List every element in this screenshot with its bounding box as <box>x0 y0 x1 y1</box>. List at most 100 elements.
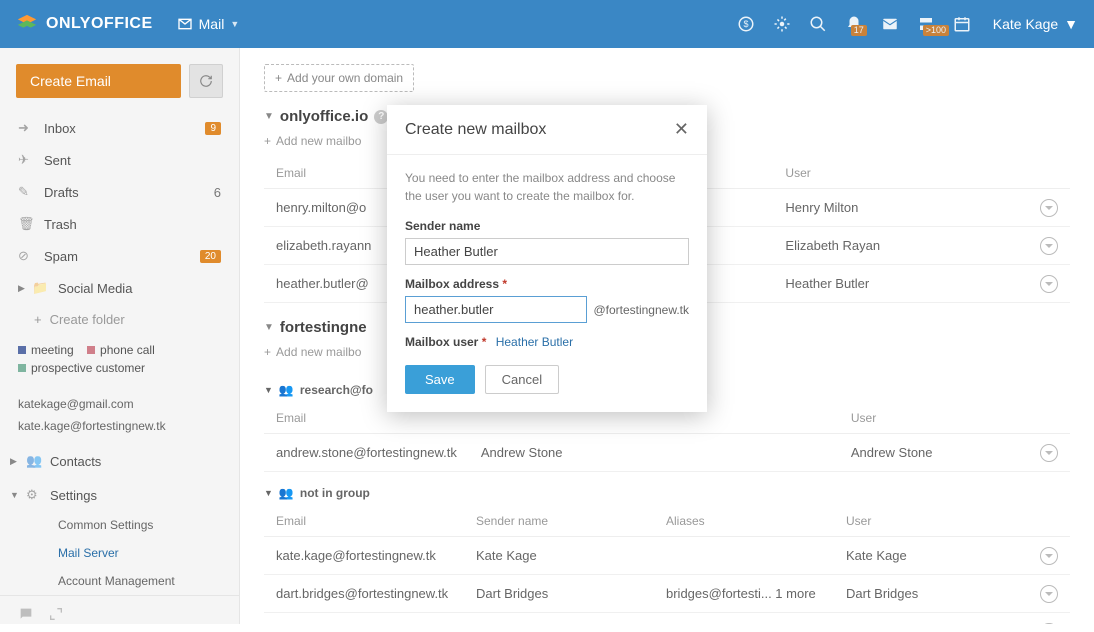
user-name: Kate Kage <box>993 16 1058 32</box>
folder-spam[interactable]: ⊘ Spam 20 <box>0 240 239 272</box>
plus-icon: + <box>34 312 42 327</box>
sender-name-input[interactable] <box>405 238 689 265</box>
group-icon: 👥 <box>279 486 294 500</box>
notifications-icon[interactable]: 17 <box>845 15 863 33</box>
module-switcher[interactable]: Mail ▼ <box>177 16 240 32</box>
folder-drafts[interactable]: ✎ Drafts 6 <box>0 176 239 208</box>
chevron-down-icon: ▼ <box>1064 16 1078 32</box>
add-mailbox-link[interactable]: + Add new mailbo <box>264 345 361 359</box>
cancel-button[interactable]: Cancel <box>485 365 559 394</box>
module-label: Mail <box>199 16 225 32</box>
notifications-badge: 17 <box>851 25 867 36</box>
chevron-down-icon: ▼ <box>264 322 274 333</box>
row-menu-button[interactable] <box>1040 275 1058 293</box>
col-user: User <box>773 158 1028 189</box>
row-menu-button[interactable] <box>1040 444 1058 462</box>
tag-color-icon <box>87 346 95 354</box>
contacts-icon: 👥 <box>26 453 42 469</box>
mailbox-address-input[interactable] <box>405 296 587 323</box>
tag-meeting[interactable]: meeting <box>18 343 74 357</box>
mailbox-user-value[interactable]: Heather Butler <box>496 335 573 349</box>
server-icon[interactable]: >100 <box>917 15 935 33</box>
save-button[interactable]: Save <box>405 365 475 394</box>
gear-icon[interactable] <box>773 15 791 33</box>
row-menu-button[interactable] <box>1040 585 1058 603</box>
user-menu[interactable]: Kate Kage ▼ <box>993 16 1078 32</box>
table-row[interactable]: andrew.stone@fortestingnew.tk Andrew Sto… <box>264 434 1070 472</box>
settings-sub-items: Common Settings Mail Server Account Mana… <box>0 511 239 595</box>
svg-text:$: $ <box>743 19 748 29</box>
chat-icon[interactable] <box>18 606 34 622</box>
close-icon[interactable]: ✕ <box>674 119 689 140</box>
calendar-icon[interactable] <box>953 15 971 33</box>
row-menu-button[interactable] <box>1040 547 1058 565</box>
domain-name: fortestingne <box>280 319 367 336</box>
modal-title: Create new mailbox <box>405 121 546 139</box>
spam-icon: ⊘ <box>18 248 34 264</box>
account-item[interactable]: katekage@gmail.com <box>18 393 221 415</box>
inbox-badge: 9 <box>205 122 221 135</box>
expand-icon[interactable] <box>48 606 64 622</box>
account-item[interactable]: kate.kage@fortestingnew.tk <box>18 415 221 437</box>
mail-icon <box>177 16 193 32</box>
tag-prospective-customer[interactable]: prospective customer <box>18 361 145 375</box>
sender-name-label: Sender name <box>405 219 689 233</box>
messages-icon[interactable] <box>881 15 899 33</box>
spam-badge: 20 <box>200 250 221 263</box>
refresh-button[interactable] <box>189 64 223 98</box>
modal-body: You need to enter the mailbox address an… <box>387 155 707 412</box>
table-row[interactable]: kate.kage@fortestingnew.tk Kate Kage Kat… <box>264 537 1070 575</box>
chevron-right-icon: ▶ <box>18 283 28 294</box>
modal-header: Create new mailbox ✕ <box>387 105 707 155</box>
folder-trash[interactable]: 🗑 Trash <box>0 208 239 240</box>
topbar-actions: $ 17 >100 Kate Kage ▼ <box>737 15 1078 33</box>
drafts-icon: ✎ <box>18 184 34 200</box>
tag-phone-call[interactable]: phone call <box>87 343 155 357</box>
inbox-icon: ➜ <box>18 120 34 136</box>
tag-color-icon <box>18 346 26 354</box>
mailbox-user-label: Mailbox user * <box>405 335 490 349</box>
create-folder-link[interactable]: + Create folder <box>0 304 239 335</box>
settings-mail-server[interactable]: Mail Server <box>0 539 239 567</box>
create-email-button[interactable]: Create Email <box>16 64 181 98</box>
add-domain-button[interactable]: + Add your own domain <box>264 64 414 92</box>
required-mark: * <box>502 277 507 291</box>
folder-sent[interactable]: ✈ Sent <box>0 144 239 176</box>
group-header[interactable]: ▼ 👥 not in group <box>264 486 1070 500</box>
col-user: User <box>839 403 1028 434</box>
tags-section: meeting phone call prospective customer <box>0 335 239 387</box>
required-mark: * <box>482 335 487 349</box>
col-aliases: Aliases <box>654 506 834 537</box>
plus-icon: + <box>275 71 282 85</box>
folder-icon: 📁 <box>32 280 48 296</box>
modal-description: You need to enter the mailbox address an… <box>405 169 689 205</box>
mailbox-address-label: Mailbox address * <box>405 277 689 291</box>
add-mailbox-link[interactable]: + Add new mailbo <box>264 134 361 148</box>
settings-account-management[interactable]: Account Management <box>0 567 239 595</box>
brand-text: ONLYOFFICE <box>46 15 153 33</box>
social-media-folder[interactable]: ▶ 📁 Social Media <box>0 272 239 304</box>
row-menu-button[interactable] <box>1040 237 1058 255</box>
table-row[interactable]: henry.milton@fortestingnew.tk Henry Milt… <box>264 613 1070 625</box>
row-menu-button[interactable] <box>1040 199 1058 217</box>
folder-inbox[interactable]: ➜ Inbox 9 <box>0 112 239 144</box>
table-row[interactable]: dart.bridges@fortestingnew.tk Dart Bridg… <box>264 575 1070 613</box>
currency-icon[interactable]: $ <box>737 15 755 33</box>
gear-icon: ⚙ <box>26 487 42 503</box>
plus-icon: + <box>264 345 271 359</box>
folder-list: ➜ Inbox 9 ✈ Sent ✎ Drafts 6 🗑 Trash ⊘ Sp… <box>0 112 239 272</box>
contacts-section[interactable]: ▶ 👥 Contacts <box>0 443 239 477</box>
settings-common[interactable]: Common Settings <box>0 511 239 539</box>
sidebar-bottom-icons <box>0 595 239 632</box>
chevron-down-icon: ▼ <box>230 19 239 29</box>
create-mailbox-modal: Create new mailbox ✕ You need to enter t… <box>387 105 707 412</box>
chevron-down-icon: ▼ <box>10 490 20 500</box>
settings-section[interactable]: ▼ ⚙ Settings <box>0 477 239 511</box>
sent-icon: ✈ <box>18 152 34 168</box>
mailbox-table: Email User andrew.stone@fortestingnew.tk… <box>264 403 1070 472</box>
chevron-down-icon: ▼ <box>264 488 273 498</box>
brand-logo[interactable]: ONLYOFFICE <box>16 13 153 35</box>
server-badge: >100 <box>923 25 949 36</box>
col-sender: Sender name <box>464 506 654 537</box>
search-icon[interactable] <box>809 15 827 33</box>
